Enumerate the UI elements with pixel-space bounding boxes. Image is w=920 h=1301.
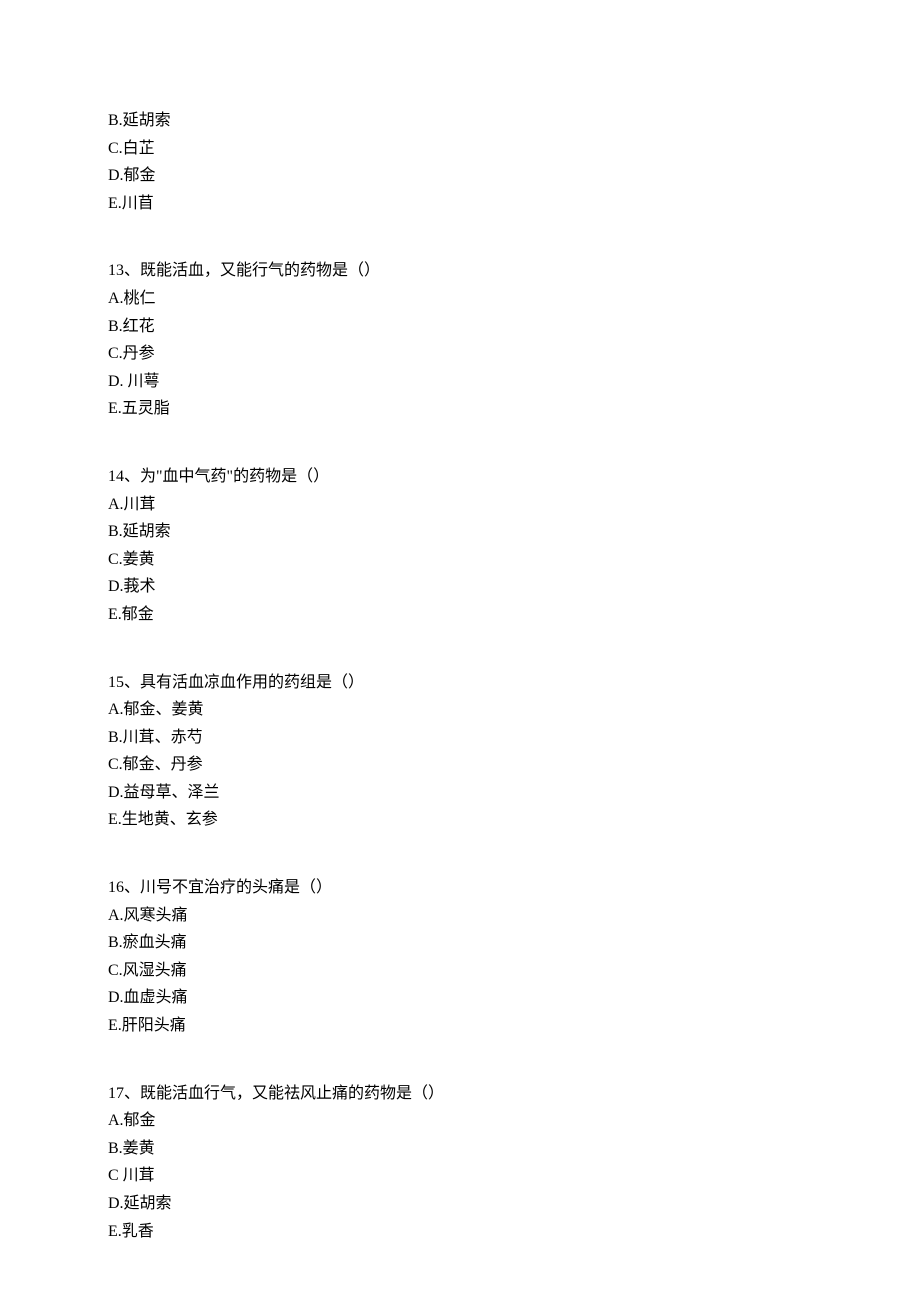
option-e: E.川苜: [108, 191, 920, 217]
question-number: 13、: [108, 262, 140, 279]
question-stem: 具有活血凉血作用的药组是（）: [140, 674, 364, 691]
question-stem: 为"血中气药"的药物是（）: [140, 468, 329, 485]
option-b: B.川茸、赤芍: [108, 725, 920, 751]
question-17: 17、既能活血行气，又能祛风止痛的药物是（） A.郁金 B.姜黄 C 川茸 D.…: [108, 1081, 920, 1245]
option-c: C 川茸: [108, 1163, 920, 1189]
option-c: C.郁金、丹参: [108, 752, 920, 778]
question-14: 14、为"血中气药"的药物是（） A.川茸 B.延胡索 C.姜黄 D.莪术 E.…: [108, 464, 920, 628]
option-a: A.桃仁: [108, 286, 920, 312]
option-e: E.五灵脂: [108, 396, 920, 422]
question-text: 14、为"血中气药"的药物是（）: [108, 464, 920, 490]
option-d: D.益母草、泽兰: [108, 780, 920, 806]
option-e: E.肝阳头痛: [108, 1013, 920, 1039]
option-a: A.郁金: [108, 1108, 920, 1134]
question-15: 15、具有活血凉血作用的药组是（） A.郁金、姜黄 B.川茸、赤芍 C.郁金、丹…: [108, 670, 920, 834]
option-c: C.姜黄: [108, 547, 920, 573]
partial-question-options: B.延胡索 C.白芷 D.郁金 E.川苜: [108, 108, 920, 216]
option-d: D. 川萼: [108, 369, 920, 395]
option-d: D.郁金: [108, 163, 920, 189]
option-b: B.延胡索: [108, 519, 920, 545]
option-d: D.延胡索: [108, 1191, 920, 1217]
question-number: 15、: [108, 674, 140, 691]
question-text: 13、既能活血，又能行气的药物是（）: [108, 258, 920, 284]
option-b: B.姜黄: [108, 1136, 920, 1162]
option-b: B.瘀血头痛: [108, 930, 920, 956]
question-text: 16、川号不宜治疗的头痛是（）: [108, 875, 920, 901]
question-13: 13、既能活血，又能行气的药物是（） A.桃仁 B.红花 C.丹参 D. 川萼 …: [108, 258, 920, 422]
question-number: 17、: [108, 1085, 140, 1102]
option-e: E.乳香: [108, 1219, 920, 1245]
option-a: A.风寒头痛: [108, 903, 920, 929]
question-number: 16、: [108, 879, 140, 896]
option-a: A.川茸: [108, 492, 920, 518]
question-16: 16、川号不宜治疗的头痛是（） A.风寒头痛 B.瘀血头痛 C.风湿头痛 D.血…: [108, 875, 920, 1039]
question-stem: 川号不宜治疗的头痛是（）: [140, 879, 332, 896]
question-stem: 既能活血行气，又能祛风止痛的药物是（）: [140, 1085, 444, 1102]
option-e: E.生地黄、玄参: [108, 807, 920, 833]
option-d: D.血虚头痛: [108, 985, 920, 1011]
option-b: B.红花: [108, 314, 920, 340]
question-text: 15、具有活血凉血作用的药组是（）: [108, 670, 920, 696]
option-c: C.丹参: [108, 341, 920, 367]
option-c: C.白芷: [108, 136, 920, 162]
option-a: A.郁金、姜黄: [108, 697, 920, 723]
question-stem: 既能活血，又能行气的药物是（）: [140, 262, 380, 279]
option-d: D.莪术: [108, 574, 920, 600]
question-text: 17、既能活血行气，又能祛风止痛的药物是（）: [108, 1081, 920, 1107]
option-b: B.延胡索: [108, 108, 920, 134]
option-c: C.风湿头痛: [108, 958, 920, 984]
question-number: 14、: [108, 468, 140, 485]
option-e: E.郁金: [108, 602, 920, 628]
